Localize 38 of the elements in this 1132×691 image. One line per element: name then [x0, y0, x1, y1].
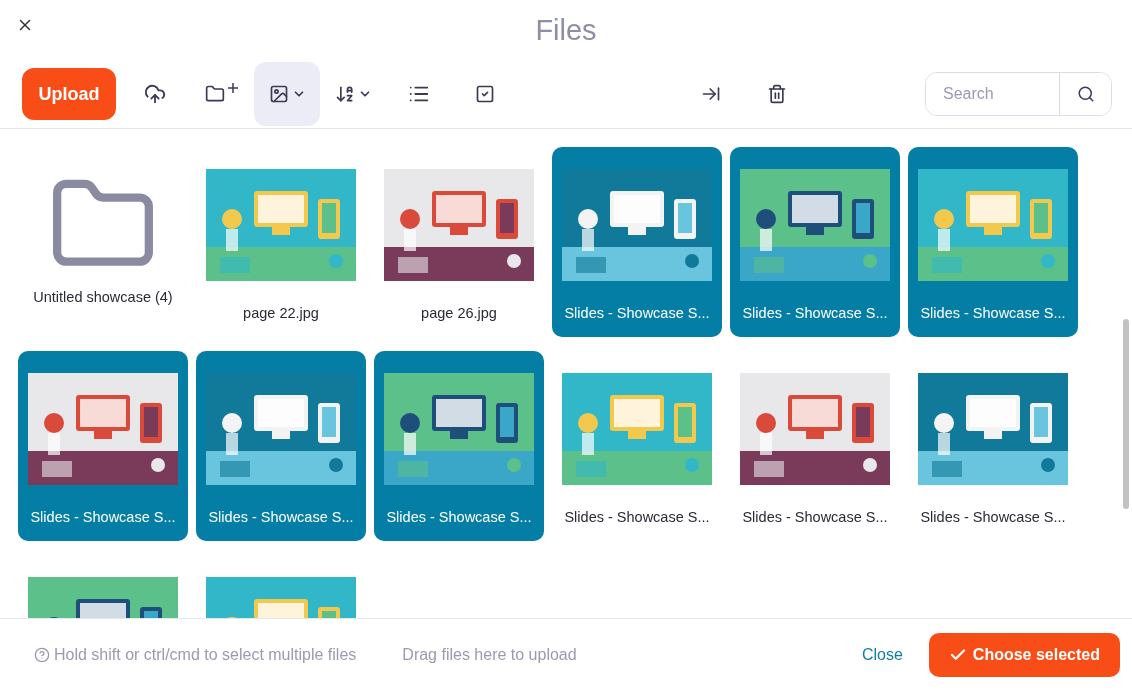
file-name: Slides - Showcase S...	[564, 509, 710, 525]
file-name: Slides - Showcase S...	[742, 509, 888, 525]
file-name: Slides - Showcase S...	[564, 305, 710, 321]
file-tile[interactable]: Slides - Showcase S...	[196, 351, 366, 541]
hint-text: Hold shift or ctrl/cmd to select multiple files	[54, 646, 357, 664]
file-name: Slides - Showcase S...	[386, 509, 532, 525]
file-tile[interactable]: Slides - Showcase S...	[730, 351, 900, 541]
file-tile[interactable]: Slides - Showcase S...	[374, 351, 544, 541]
search-icon	[1076, 85, 1095, 103]
file-name: page 26.jpg	[421, 305, 497, 321]
file-tile[interactable]: Slides - Showcase S...	[730, 147, 900, 337]
drop-hint: Drag files here to upload	[402, 646, 577, 664]
file-name: Slides - Showcase S...	[742, 305, 888, 321]
file-name: Slides - Showcase S...	[920, 509, 1066, 525]
file-tile[interactable]: Slides - Showcase S...	[908, 351, 1078, 541]
choose-selected-button[interactable]: Choose selected	[928, 633, 1120, 677]
window-title: Files	[535, 13, 597, 47]
file-tile[interactable]: page 22.jpg	[196, 147, 366, 337]
search-button[interactable]	[1059, 73, 1111, 115]
file-name: Slides - Showcase S...	[920, 305, 1066, 321]
scrollbar[interactable]	[1123, 319, 1129, 509]
search-field[interactable]: Search	[925, 72, 1112, 116]
file-tile[interactable]: page 26.jpg	[374, 147, 544, 337]
sort-icon	[334, 84, 355, 104]
help-icon	[34, 647, 50, 663]
file-name: page 22.jpg	[243, 305, 319, 321]
file-tile[interactable]: Slides - Showcase S...	[552, 147, 722, 337]
file-name: Slides - Showcase S...	[30, 509, 176, 525]
upload-button[interactable]: Upload	[22, 68, 116, 120]
image-icon	[268, 84, 289, 104]
file-tile[interactable]: Slides - Showcase S...	[18, 351, 188, 541]
file-tile[interactable]: Slides - Showcase S...	[908, 147, 1078, 337]
file-name: Slides - Showcase S...	[208, 509, 354, 525]
file-name: Untitled showcase (4)	[33, 289, 173, 305]
image-view-dropdown[interactable]	[254, 62, 320, 126]
close-button[interactable]: Close	[855, 645, 909, 665]
folder-tile[interactable]: Untitled showcase (4)	[18, 147, 188, 337]
file-tile[interactable]: Slides - Showcase S...	[552, 351, 722, 541]
